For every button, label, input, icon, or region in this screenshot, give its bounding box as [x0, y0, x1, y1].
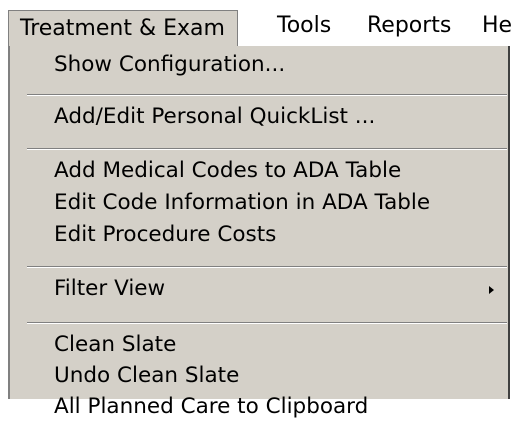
- menu-item-all-planned-care-to-clipboard[interactable]: All Planned Care to Clipboard: [54, 392, 368, 422]
- menu-item-filter-view[interactable]: Filter View: [54, 274, 165, 304]
- menu-bar: Treatment & Exam Tools Reports He: [0, 0, 516, 47]
- treatment-exam-menu: Show Configuration... Add/Edit Personal …: [8, 46, 510, 419]
- menu-item-add-edit-personal-quicklist[interactable]: Add/Edit Personal QuickList ...: [54, 102, 375, 132]
- chevron-right-icon: [489, 286, 494, 294]
- menubar-item-help[interactable]: He: [482, 11, 512, 41]
- menu-item-edit-procedure-costs[interactable]: Edit Procedure Costs: [54, 220, 276, 250]
- menu-separator: [27, 322, 507, 324]
- menubar-item-treatment-exam[interactable]: Treatment & Exam: [8, 10, 238, 47]
- menu-item-undo-clean-slate[interactable]: Undo Clean Slate: [54, 361, 239, 391]
- menu-item-add-medical-codes[interactable]: Add Medical Codes to ADA Table: [54, 156, 401, 186]
- menu-separator: [27, 94, 507, 96]
- menu-item-clean-slate[interactable]: Clean Slate: [54, 330, 176, 360]
- menubar-item-reports[interactable]: Reports: [367, 11, 451, 41]
- menubar-item-tools[interactable]: Tools: [277, 11, 331, 41]
- menu-separator: [27, 148, 507, 150]
- menu-item-edit-code-information[interactable]: Edit Code Information in ADA Table: [54, 188, 430, 218]
- menu-item-show-configuration[interactable]: Show Configuration...: [54, 50, 285, 80]
- menu-separator: [27, 266, 507, 268]
